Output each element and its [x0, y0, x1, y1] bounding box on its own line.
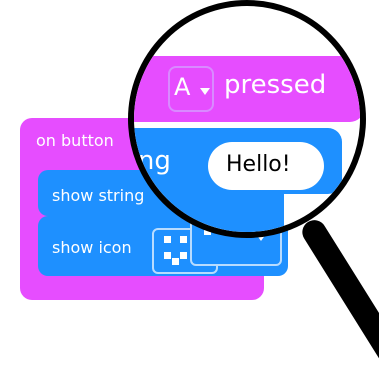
magnifier-lens: A pressed ring Hello!	[128, 0, 366, 238]
event-block-label: on button	[36, 131, 114, 150]
icon-pixel	[164, 252, 171, 259]
key-dropdown-value: A	[174, 73, 191, 101]
string-value-text: Hello!	[226, 152, 291, 177]
chevron-down-icon	[200, 88, 210, 95]
pressed-label: pressed	[224, 70, 327, 100]
icon-pixel	[180, 252, 187, 259]
icon-pixel	[164, 236, 171, 243]
string-label: ring	[130, 146, 171, 176]
show-string-label: show string	[52, 186, 145, 205]
show-icon-label: show icon	[52, 238, 132, 257]
icon-pixel	[172, 258, 179, 265]
magnifier-handle	[297, 215, 379, 390]
icon-pixel	[180, 236, 187, 243]
magnified-show-icon-block	[134, 194, 284, 232]
